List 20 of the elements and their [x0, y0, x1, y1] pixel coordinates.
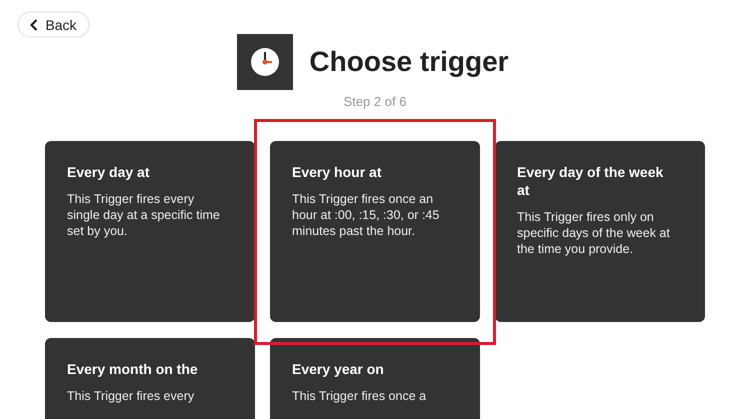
trigger-description: This Trigger fires once a — [292, 388, 428, 404]
trigger-card[interactable]: Every month on the This Trigger fires every — [45, 338, 255, 419]
trigger-title: Every year on — [292, 360, 385, 378]
trigger-description: This Trigger fires every single day at a specific time set by you. — [67, 191, 221, 239]
page-title: Choose trigger — [309, 46, 509, 78]
trigger-card[interactable]: Every day of the week at This Trigger fires only on specific days of the week at the time you provide. — [495, 141, 705, 322]
trigger-description: This Trigger fires once an hour at :00, :15, :30, or :45 minutes past the hour. — [292, 191, 440, 239]
trigger-title: Every day of the week at — [517, 163, 664, 199]
trigger-title: Every month on the — [67, 360, 199, 378]
step-indicator: Step 2 of 6 — [342, 94, 408, 109]
trigger-card[interactable]: Every day at This Trigger fires every single day at a specific time set by you. — [45, 141, 255, 322]
trigger-description: This Trigger fires every — [67, 388, 196, 404]
trigger-title: Every day at — [67, 163, 150, 181]
chevron-left-icon — [30, 18, 38, 30]
trigger-card[interactable]: Every year on This Trigger fires once a — [270, 338, 480, 419]
trigger-card[interactable]: Every hour at This Trigger fires once an hour at :00, :15, :30, or :45 minutes past the hour. — [270, 141, 480, 322]
trigger-title: Every hour at — [292, 163, 382, 181]
clock-icon — [237, 34, 294, 90]
trigger-description: This Trigger fires only on specific days of the week at the time you provide. — [517, 209, 671, 257]
back-button[interactable]: Back — [17, 11, 90, 38]
